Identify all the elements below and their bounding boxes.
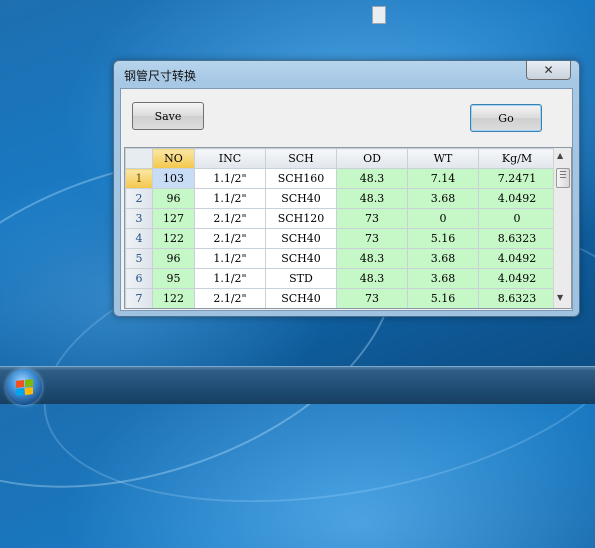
cell-no[interactable]: 127 xyxy=(152,208,195,229)
grid-table: NO INC SCH OD WT Kg/M 1 103 1.1/2" SCH16… xyxy=(125,148,556,308)
scrollbar-thumb[interactable] xyxy=(556,168,570,188)
row-header[interactable]: 2 xyxy=(125,188,153,209)
table-row[interactable]: 5 96 1.1/2" SCH40 48.3 3.68 4.0492 xyxy=(125,248,556,269)
windows-start-icon xyxy=(15,378,33,396)
cell-inc[interactable]: 2.1/2" xyxy=(194,208,266,229)
cell-od[interactable]: 48.3 xyxy=(336,248,408,269)
cell-kgm[interactable]: 4.0492 xyxy=(478,248,556,269)
cell-inc[interactable]: 1.1/2" xyxy=(194,168,266,189)
cell-sch[interactable]: STD xyxy=(265,268,337,289)
cell-sch[interactable]: SCH40 xyxy=(265,188,337,209)
row-header[interactable]: 3 xyxy=(125,208,153,229)
cell-inc[interactable]: 2.1/2" xyxy=(194,228,266,249)
pipe-size-window: 钢管尺寸转换 ✕ Save Go NO INC SCH OD WT Kg/M 1… xyxy=(113,60,580,317)
window-client-area: Save Go NO INC SCH OD WT Kg/M 1 103 1.1/… xyxy=(120,88,573,311)
close-icon: ✕ xyxy=(543,63,554,77)
cell-inc[interactable]: 1.1/2" xyxy=(194,188,266,209)
cell-no[interactable]: 122 xyxy=(152,288,195,308)
cell-sch[interactable]: SCH120 xyxy=(265,208,337,229)
row-header[interactable]: 6 xyxy=(125,268,153,289)
cell-od[interactable]: 73 xyxy=(336,208,408,229)
cell-wt[interactable]: 3.68 xyxy=(407,248,479,269)
cell-kgm[interactable]: 8.6323 xyxy=(478,288,556,308)
cell-sch[interactable]: SCH40 xyxy=(265,228,337,249)
scroll-down-icon[interactable]: ▼ xyxy=(557,293,563,302)
cell-kgm[interactable]: 4.0492 xyxy=(478,268,556,289)
row-header[interactable]: 7 xyxy=(125,288,153,308)
cell-od[interactable]: 73 xyxy=(336,228,408,249)
start-button[interactable] xyxy=(6,369,42,405)
cell-no[interactable]: 103 xyxy=(152,168,195,189)
cell-no[interactable]: 96 xyxy=(152,248,195,269)
cell-wt[interactable]: 3.68 xyxy=(407,268,479,289)
close-button[interactable]: ✕ xyxy=(526,61,571,80)
cell-wt[interactable]: 5.16 xyxy=(407,288,479,308)
cell-od[interactable]: 48.3 xyxy=(336,168,408,189)
column-header-inc[interactable]: INC xyxy=(194,148,266,169)
window-title: 钢管尺寸转换 xyxy=(124,69,197,83)
table-row[interactable]: 4 122 2.1/2" SCH40 73 5.16 8.6323 xyxy=(125,228,556,249)
cell-od[interactable]: 48.3 xyxy=(336,268,408,289)
pipe-data-grid[interactable]: NO INC SCH OD WT Kg/M 1 103 1.1/2" SCH16… xyxy=(124,147,572,309)
vertical-scrollbar[interactable]: ▲ ▼ xyxy=(553,148,571,308)
table-row[interactable]: 6 95 1.1/2" STD 48.3 3.68 4.0492 xyxy=(125,268,556,289)
grid-corner-cell[interactable] xyxy=(125,148,153,169)
column-header-wt[interactable]: WT xyxy=(407,148,479,169)
cell-wt[interactable]: 5.16 xyxy=(407,228,479,249)
taskbar xyxy=(0,366,595,405)
table-row[interactable]: 1 103 1.1/2" SCH160 48.3 7.14 7.2471 xyxy=(125,168,556,189)
cell-inc[interactable]: 1.1/2" xyxy=(194,268,266,289)
cell-no[interactable]: 95 xyxy=(152,268,195,289)
table-row[interactable]: 3 127 2.1/2" SCH120 73 0 0 xyxy=(125,208,556,229)
cell-kgm[interactable]: 8.6323 xyxy=(478,228,556,249)
table-row[interactable]: 2 96 1.1/2" SCH40 48.3 3.68 4.0492 xyxy=(125,188,556,209)
cell-wt[interactable]: 0 xyxy=(407,208,479,229)
column-header-kgm[interactable]: Kg/M xyxy=(478,148,556,169)
column-header-sch[interactable]: SCH xyxy=(265,148,337,169)
cell-sch[interactable]: SCH40 xyxy=(265,288,337,308)
cell-sch[interactable]: SCH40 xyxy=(265,248,337,269)
go-button[interactable]: Go xyxy=(470,104,542,132)
cell-no[interactable]: 122 xyxy=(152,228,195,249)
cell-kgm[interactable]: 7.2471 xyxy=(478,168,556,189)
scroll-up-icon[interactable]: ▲ xyxy=(557,151,563,160)
row-header[interactable]: 1 xyxy=(125,168,153,189)
desktop-file-icon[interactable] xyxy=(372,6,386,24)
row-header[interactable]: 5 xyxy=(125,248,153,269)
table-row[interactable]: 7 122 2.1/2" SCH40 73 5.16 8.6323 xyxy=(125,288,556,308)
cell-wt[interactable]: 3.68 xyxy=(407,188,479,209)
cell-inc[interactable]: 1.1/2" xyxy=(194,248,266,269)
cell-wt[interactable]: 7.14 xyxy=(407,168,479,189)
cell-kgm[interactable]: 4.0492 xyxy=(478,188,556,209)
grid-header-row: NO INC SCH OD WT Kg/M xyxy=(125,148,556,169)
row-header[interactable]: 4 xyxy=(125,228,153,249)
cell-no[interactable]: 96 xyxy=(152,188,195,209)
cell-sch[interactable]: SCH160 xyxy=(265,168,337,189)
cell-od[interactable]: 48.3 xyxy=(336,188,408,209)
cell-inc[interactable]: 2.1/2" xyxy=(194,288,266,308)
cell-kgm[interactable]: 0 xyxy=(478,208,556,229)
save-button[interactable]: Save xyxy=(132,102,204,130)
column-header-no[interactable]: NO xyxy=(152,148,195,169)
column-header-od[interactable]: OD xyxy=(336,148,408,169)
cell-od[interactable]: 73 xyxy=(336,288,408,308)
